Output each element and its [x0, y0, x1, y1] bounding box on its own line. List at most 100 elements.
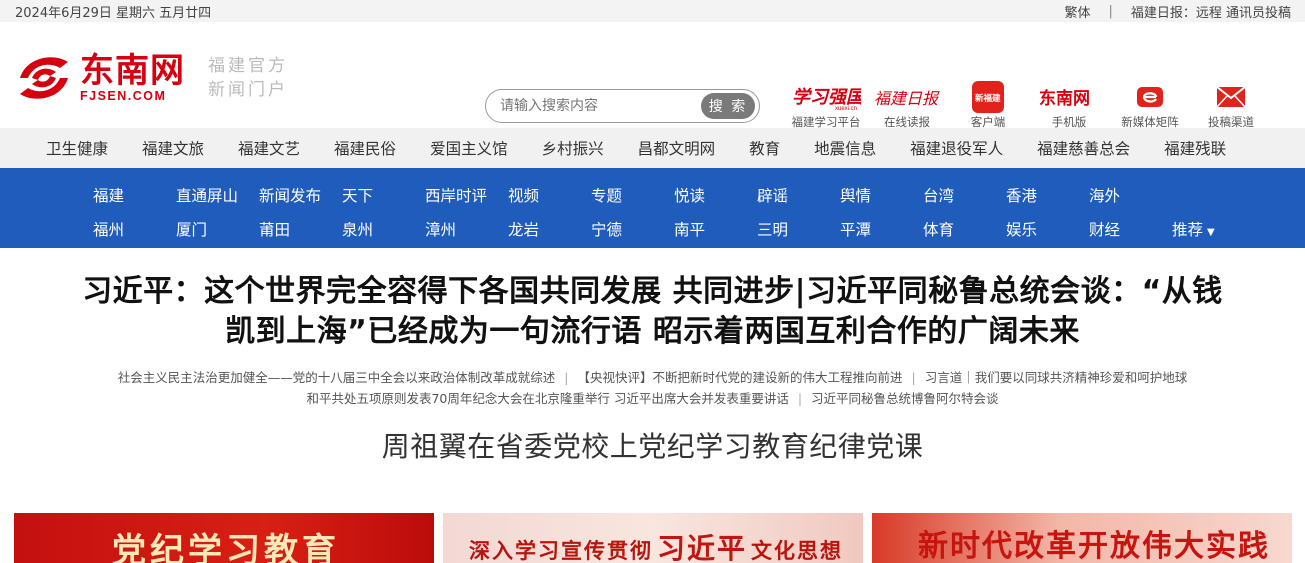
- nav-item[interactable]: 福州: [93, 218, 176, 240]
- nav-item[interactable]: 娱乐: [1006, 218, 1089, 240]
- top-bar: 2024年6月29日 星期六 五月廿四 繁体 | 福建日报：远程 通讯员投稿: [0, 0, 1305, 22]
- nav-item[interactable]: 西岸时评: [425, 184, 508, 206]
- nav-item[interactable]: 厦门: [176, 218, 259, 240]
- feature-headline[interactable]: 周祖翼在省委党校上党纪学习教育纪律党课: [0, 425, 1305, 465]
- banner-reform[interactable]: 新时代改革开放伟大实践: [872, 513, 1292, 563]
- quick-links: 学习强国 xuexi.cn 福建学习平台 福建日报 在线读报 新福建 客户端 东…: [785, 80, 1271, 130]
- xuexi-icon: 学习强国 xuexi.cn: [791, 80, 861, 114]
- nav-item[interactable]: 香港: [1006, 184, 1089, 206]
- site-logo[interactable]: 东南网 FJSEN.COM: [12, 50, 185, 106]
- nav-item[interactable]: 悦读: [674, 184, 757, 206]
- related-link[interactable]: 习近平同秘鲁总统博鲁阿尔特会谈: [811, 391, 999, 406]
- main-nav-row-1: 福建 直通屏山 新闻发布 天下 西岸时评 视频 专题 悦读 辟谣 舆情 台湾 香…: [93, 178, 1305, 212]
- top-links: 繁体 | 福建日报：远程 通讯员投稿: [1064, 2, 1291, 21]
- banner-xi-culture[interactable]: 深入学习宣传贯彻 习近平 文化思想: [443, 513, 863, 563]
- search-input[interactable]: [486, 98, 701, 114]
- quick-link-app[interactable]: 新福建 客户端: [947, 80, 1029, 130]
- nav-item[interactable]: 宁德: [591, 218, 674, 240]
- channel-link[interactable]: 地震信息: [814, 137, 876, 159]
- related-links: 社会主义民主法治更加健全——党的十八届三中全会以来政治体制改革成就综述 | 【央视快…: [0, 367, 1305, 409]
- new-media-icon: [1136, 80, 1164, 114]
- channel-nav: 卫生健康 福建文旅 福建文艺 福建民俗 爱国主义馆 乡村振兴 昌都文明网 教育 …: [0, 128, 1305, 168]
- nav-item[interactable]: 泉州: [342, 218, 425, 240]
- nav-item[interactable]: 台湾: [923, 184, 1006, 206]
- channel-link[interactable]: 福建文艺: [238, 137, 300, 159]
- traditional-chinese-link[interactable]: 繁体: [1064, 2, 1090, 21]
- channel-link[interactable]: 福建文旅: [142, 137, 204, 159]
- quick-link-xuexi[interactable]: 学习强国 xuexi.cn 福建学习平台: [785, 80, 867, 130]
- topic-banners: 党纪学习教育 深入学习宣传贯彻 习近平 文化思想 新时代改革开放伟大实践: [14, 513, 1294, 563]
- quick-link-label: 在线读报: [884, 115, 930, 129]
- caret-down-icon: ▼: [1207, 227, 1215, 238]
- channel-link[interactable]: 福建退役军人: [910, 137, 1003, 159]
- quick-link-new-media[interactable]: 新媒体矩阵: [1109, 80, 1191, 130]
- channel-link[interactable]: 爱国主义馆: [430, 137, 508, 159]
- nav-item[interactable]: 平潭: [840, 218, 923, 240]
- svg-text:福建日报: 福建日报: [874, 89, 940, 108]
- channel-link[interactable]: 昌都文明网: [638, 137, 716, 159]
- banner-title-big: 习近平: [657, 532, 748, 563]
- channel-link[interactable]: 福建残联: [1164, 137, 1226, 159]
- site-header: 东南网 FJSEN.COM 福建官方 新闻门户 搜 索 学习强国 xuexi.c…: [0, 22, 1305, 130]
- quick-link-epaper[interactable]: 福建日报 在线读报: [866, 80, 948, 130]
- quick-link-submit[interactable]: 投稿渠道: [1190, 80, 1272, 130]
- related-links-row-1: 社会主义民主法治更加健全——党的十八届三中全会以来政治体制改革成就综述 | 【央视快…: [0, 367, 1305, 388]
- nav-item[interactable]: 漳州: [425, 218, 508, 240]
- divider: |: [797, 391, 803, 406]
- divider: |: [1108, 3, 1113, 19]
- quick-link-label: 手机版: [1051, 115, 1087, 129]
- quick-link-label: 客户端: [970, 115, 1006, 129]
- related-link[interactable]: 【央视快评】不断把新时代党的建设新的伟大工程推向前进: [577, 370, 902, 385]
- nav-item[interactable]: 视频: [508, 184, 591, 206]
- nav-item[interactable]: 专题: [591, 184, 674, 206]
- divider: |: [911, 370, 916, 385]
- slogan-line-1: 福建官方: [208, 56, 288, 76]
- search-box: 搜 索: [485, 89, 760, 123]
- nav-item-label: 推荐: [1172, 221, 1204, 239]
- nav-item[interactable]: 天下: [342, 184, 425, 206]
- logo-cn-text: 东南网: [80, 51, 185, 91]
- nav-item[interactable]: 海外: [1089, 184, 1172, 206]
- channel-link[interactable]: 教育: [749, 137, 780, 159]
- main-nav-row-2: 福州 厦门 莆田 泉州 漳州 龙岩 宁德 南平 三明 平潭 体育 娱乐 财经 推…: [93, 212, 1305, 246]
- nav-item[interactable]: 体育: [923, 218, 1006, 240]
- channel-link[interactable]: 福建慈善总会: [1037, 137, 1130, 159]
- nav-item[interactable]: 龙岩: [508, 218, 591, 240]
- nav-item[interactable]: 直通屏山: [176, 184, 259, 206]
- fjsen-logo-icon: [12, 50, 76, 106]
- nav-item-recommend[interactable]: 推荐 ▼: [1172, 218, 1255, 240]
- banner-title: 深入学习宣传贯彻 习近平 文化思想: [469, 527, 843, 563]
- nav-item[interactable]: 福建: [93, 184, 176, 206]
- quick-link-mobile[interactable]: 东南网 手机版: [1028, 80, 1110, 130]
- top-headline[interactable]: 习近平：这个世界完全容得下各国共同发展 共同进步|习近平同秘鲁总统会谈：“从钱 …: [0, 272, 1305, 352]
- quick-link-label: 福建学习平台: [791, 115, 861, 129]
- related-link[interactable]: 习言道｜我们要以同球共济精神珍爱和呵护地球: [925, 370, 1188, 385]
- related-links-row-2: 和平共处五项原则发表70周年纪念大会在北京隆重举行 习近平出席大会并发表重要讲话…: [0, 388, 1305, 409]
- channel-link[interactable]: 乡村振兴: [542, 137, 604, 159]
- nav-item[interactable]: 新闻发布: [259, 184, 342, 206]
- related-link[interactable]: 社会主义民主法治更加健全——党的十八届三中全会以来政治体制改革成就综述: [118, 370, 556, 385]
- banner-title: 党纪学习教育: [112, 531, 340, 563]
- nav-item[interactable]: 舆情: [840, 184, 923, 206]
- related-link[interactable]: 和平共处五项原则发表70周年纪念大会在北京隆重举行 习近平出席大会并发表重要讲话: [306, 391, 788, 406]
- nav-item[interactable]: 财经: [1089, 218, 1172, 240]
- quick-link-label: 投稿渠道: [1208, 115, 1254, 129]
- svg-text:学习强国: 学习强国: [792, 87, 861, 108]
- channel-link[interactable]: 福建民俗: [334, 137, 396, 159]
- mail-icon: [1216, 80, 1246, 114]
- slogan-line-2: 新闻门户: [208, 80, 288, 100]
- banner-party-discipline[interactable]: 党纪学习教育: [14, 513, 434, 563]
- nav-item[interactable]: 莆田: [259, 218, 342, 240]
- nav-item[interactable]: 南平: [674, 218, 757, 240]
- mobile-site-icon: 东南网: [1037, 80, 1101, 114]
- svg-text:新福建: 新福建: [975, 93, 1001, 104]
- svg-text:xuexi.cn: xuexi.cn: [835, 106, 857, 112]
- nav-item[interactable]: 辟谣: [757, 184, 840, 206]
- svg-text:东南网: 东南网: [1039, 88, 1090, 109]
- nav-item[interactable]: 三明: [757, 218, 840, 240]
- banner-title-post: 文化思想: [751, 538, 844, 563]
- divider: |: [564, 370, 569, 385]
- search-button[interactable]: 搜 索: [701, 93, 755, 119]
- fujian-daily-remote-link[interactable]: 福建日报：远程 通讯员投稿: [1131, 2, 1291, 21]
- channel-link[interactable]: 卫生健康: [46, 137, 108, 159]
